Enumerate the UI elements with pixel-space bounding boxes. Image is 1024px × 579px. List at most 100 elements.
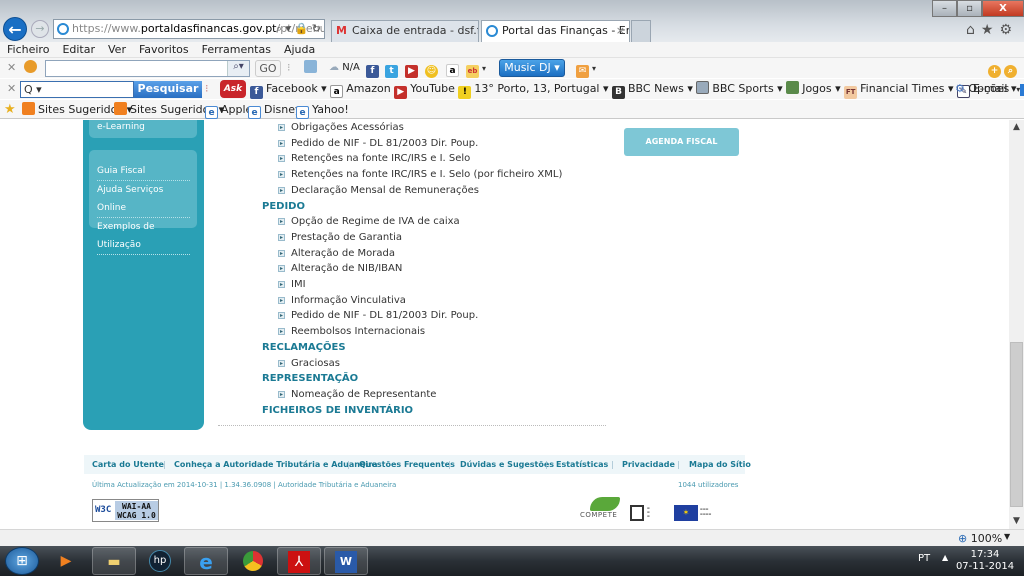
back-button[interactable]: ← <box>3 17 27 41</box>
minimize-button[interactable]: – <box>932 0 957 17</box>
menu-ficheiro[interactable]: Ficheiro <box>0 42 55 57</box>
youtube-icon[interactable]: ▶ <box>405 60 421 78</box>
close-tab-icon[interactable]: × <box>616 21 625 41</box>
amazon-icon[interactable]: a <box>446 60 462 77</box>
twitter-icon[interactable]: t <box>385 60 401 78</box>
pesquisar-button[interactable]: Pesquisar <box>134 81 202 98</box>
gear-icon[interactable]: ⚙ <box>999 22 1018 38</box>
taskbar-hp[interactable]: hp <box>138 547 182 575</box>
taskbar-internet-explorer[interactable]: e <box>184 547 228 575</box>
start-button[interactable]: ⊞ <box>5 547 39 575</box>
footer-link-privacidade[interactable]: Privacidade <box>622 460 675 469</box>
menu-item[interactable]: ▸ Obrigações Acessórias <box>278 122 404 133</box>
zoom-dropdown-icon[interactable]: ▼ <box>1004 532 1010 541</box>
music-dj-button[interactable]: Music DJ ▾ <box>499 59 565 77</box>
ask-search-input[interactable]: Q ▾ <box>20 81 134 98</box>
menu-item[interactable]: ▸ Declaração Mensal de Remunerações <box>278 185 479 196</box>
link-bbc-news[interactable]: B BBC News ▾ <box>612 82 693 99</box>
satellite-icon[interactable] <box>304 60 320 76</box>
forward-button[interactable]: → <box>31 20 49 38</box>
sidebar-link-guia-fiscal[interactable]: Guia Fiscal <box>97 162 190 181</box>
toolbar-search-input[interactable]: ⌕▾ <box>45 60 250 77</box>
agenda-fiscal-button[interactable]: AGENDA FISCAL <box>624 128 739 156</box>
taskbar-file-explorer[interactable]: ▬ <box>92 547 136 575</box>
w3c-wcag-badge[interactable]: W3C WAI-AA WCAG 1.0 <box>92 499 159 522</box>
ask-logo-button[interactable]: Ask <box>220 80 246 98</box>
menu-item[interactable]: ▸ Opção de Regime de IVA de caixa <box>278 216 460 227</box>
menu-item[interactable]: ▸ Alteração de NIB/IBAN <box>278 263 402 274</box>
eu-logo[interactable]: ✶ ▬▬▬ ▬▬▬▬ <box>674 505 734 522</box>
link-financial-times[interactable]: FT Financial Times ▾ <box>844 82 953 99</box>
address-tools[interactable]: ⌕ ▾ 🔒 ↻ <box>276 20 321 38</box>
footer-link-mapa[interactable]: Mapa do Sítio <box>689 460 751 469</box>
menu-item[interactable]: ▸ Graciosas <box>278 358 340 369</box>
search-round-icon[interactable]: ⌕ <box>1004 60 1020 78</box>
fav-yahoo[interactable]: e Yahoo! <box>296 102 349 119</box>
menu-category[interactable]: FICHEIROS DE INVENTÁRIO <box>262 405 413 416</box>
footer-link-carta[interactable]: Carta do Utente <box>92 460 164 469</box>
add-icon[interactable]: + <box>988 60 1004 78</box>
vertical-scrollbar[interactable]: ▲ ▼ <box>1009 120 1024 529</box>
menu-ferramentas[interactable]: Ferramentas <box>195 42 277 57</box>
qren-logo[interactable]: ▬ ▬ ▬ <box>630 505 670 523</box>
menu-favoritos[interactable]: Favoritos <box>132 42 195 57</box>
weather-widget[interactable]: ☁ N/A <box>329 60 360 76</box>
taskbar-media-player[interactable]: ▶ <box>44 547 88 575</box>
menu-category[interactable]: REPRESENTAÇÃO <box>262 373 358 384</box>
favorites-star-icon[interactable]: ★ <box>4 102 16 118</box>
menu-item[interactable]: ▸ Pedido de NIF - DL 81/2003 Dir. Poup. <box>278 138 478 149</box>
menu-item[interactable]: ▸ IMI <box>278 279 306 290</box>
favorites-star-icon[interactable]: ★ <box>981 22 1000 38</box>
menu-category[interactable]: RECLAMAÇÕES <box>262 342 346 353</box>
footer-link-estatisticas[interactable]: Estatísticas <box>556 460 608 469</box>
menu-item[interactable]: ▸ Reembolsos Internacionais <box>278 326 425 337</box>
compete-logo[interactable]: COMPETE <box>572 497 624 523</box>
lock-icon[interactable]: 🔒 <box>295 22 309 35</box>
menu-item[interactable]: ▸ Pedido de NIF - DL 81/2003 Dir. Poup. <box>278 310 478 321</box>
sidebar-link-exemplos[interactable]: Exemplos de Utilização <box>97 218 190 255</box>
footer-link-questoes[interactable]: Questões Frequentes <box>359 460 455 469</box>
link-weather[interactable]: ! 13° Porto, 13, Portugal ▾ <box>458 82 609 99</box>
ebay-icon[interactable]: eb ▾ <box>466 60 486 78</box>
taskbar-acrobat[interactable]: ⅄ <box>277 547 321 575</box>
menu-ver[interactable]: Ver <box>101 42 132 57</box>
menu-item[interactable]: ▸ Prestação de Garantia <box>278 232 402 243</box>
home-icon[interactable]: ⌂ <box>966 22 981 38</box>
fav-apple[interactable]: e Apple <box>205 102 252 119</box>
menu-category[interactable]: PEDIDO <box>262 201 305 212</box>
menu-item[interactable]: ▸ Alteração de Morada <box>278 248 395 259</box>
search-icon[interactable]: ⌕ <box>276 22 282 35</box>
close-toolbar-icon[interactable]: ✕ <box>7 60 16 76</box>
link-facebook[interactable]: f Facebook ▾ <box>250 82 327 99</box>
link-jogos[interactable]: Jogos ▾ <box>786 81 841 95</box>
scrollbar-thumb[interactable] <box>1010 342 1023 507</box>
menu-item[interactable]: ▸ Informação Vinculativa <box>278 295 406 306</box>
system-clock[interactable]: 17:34 07-11-2014 <box>955 549 1015 573</box>
language-indicator[interactable]: PT <box>918 553 930 564</box>
tab-gmail[interactable]: M Caixa de entrada - dsf.formaca... <box>331 20 479 42</box>
menu-editar[interactable]: Editar <box>55 42 101 57</box>
taskbar-chrome[interactable] <box>231 547 275 575</box>
sidebar-link-elearning[interactable]: e-Learning <box>97 122 145 132</box>
close-window-button[interactable]: X <box>982 0 1024 17</box>
link-amazon[interactable]: a Amazon <box>330 82 391 98</box>
smiley-icon[interactable]: ☺ <box>425 60 441 78</box>
close-toolbar-icon[interactable]: ✕ <box>7 81 16 97</box>
mail-icon[interactable]: ✉ ▾ <box>576 60 596 78</box>
scroll-down-arrow-icon[interactable]: ▼ <box>1009 514 1024 529</box>
more-links-button[interactable]: » <box>1020 84 1024 96</box>
scroll-up-arrow-icon[interactable]: ▲ <box>1009 120 1024 135</box>
new-tab-button[interactable] <box>631 20 651 42</box>
facebook-icon[interactable]: f <box>366 60 382 78</box>
tray-expand-icon[interactable]: ▲ <box>942 553 948 562</box>
options-button[interactable]: ⚙ Opções ▾ <box>955 81 1020 98</box>
taskbar-word[interactable]: W <box>324 547 368 575</box>
fav-disney[interactable]: e Disney <box>248 102 302 119</box>
address-bar[interactable]: https://www.portaldasfinancas.gov.pt/pt/… <box>53 19 325 39</box>
menu-item[interactable]: ▸ Retenções na fonte IRC/IRS e I. Selo (p… <box>278 169 562 180</box>
tab-portal-financas[interactable]: Portal das Finanças - Entregar× <box>481 20 630 42</box>
zoom-level[interactable]: ⊕ 100% <box>958 531 1002 546</box>
go-button[interactable]: GO <box>255 60 281 77</box>
link-bbc-sports[interactable]: BBC Sports ▾ <box>696 81 783 95</box>
maximize-button[interactable]: ▫ <box>957 0 982 17</box>
